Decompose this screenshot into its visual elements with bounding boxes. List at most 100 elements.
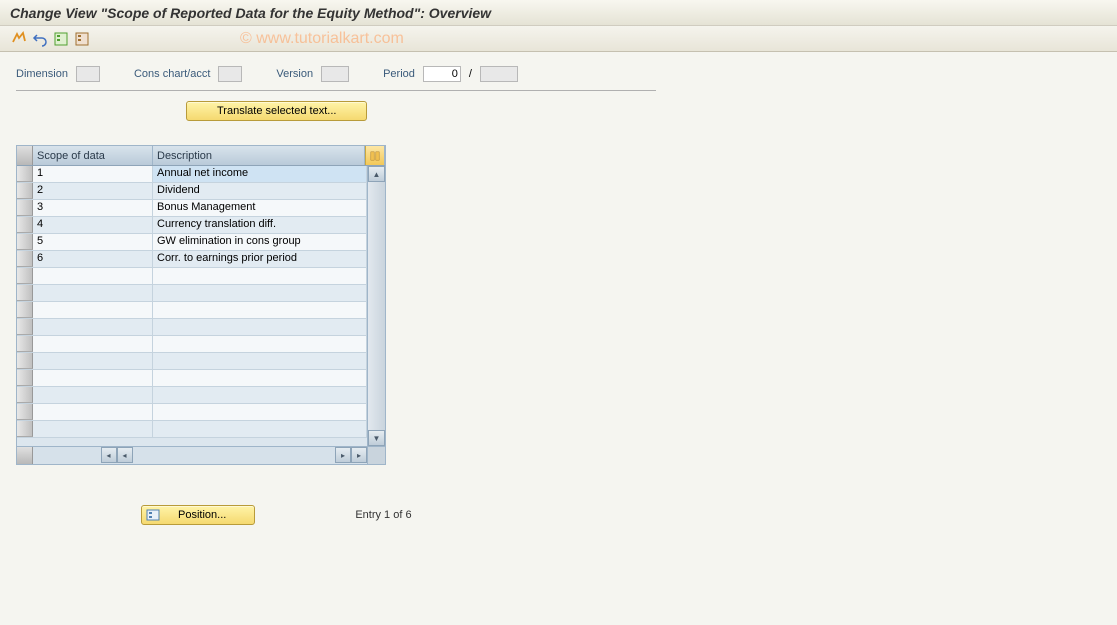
cell-scope[interactable] (33, 404, 153, 420)
cell-desc[interactable] (153, 302, 367, 318)
row-selector[interactable] (17, 183, 33, 199)
cell-desc[interactable] (153, 353, 367, 369)
scroll-last-icon[interactable]: ▸ (351, 447, 367, 463)
cell-scope[interactable] (33, 268, 153, 284)
vertical-scrollbar[interactable]: ▲ ▼ (367, 166, 385, 446)
cell-desc[interactable] (153, 319, 367, 335)
row-selector[interactable] (17, 370, 33, 386)
select-all-rows[interactable] (17, 146, 33, 165)
position-label: Position... (178, 509, 246, 521)
rows-area: 1 Annual net income 2 Dividend 3 Bonus M… (17, 166, 367, 446)
horizontal-scrollbar[interactable]: ◂ ◂ ▸ ▸ (17, 446, 385, 464)
table-row[interactable] (17, 285, 367, 302)
position-icon (146, 508, 160, 522)
scroll-up-icon[interactable]: ▲ (368, 166, 385, 182)
table-row[interactable] (17, 387, 367, 404)
entry-counter: Entry 1 of 6 (355, 509, 411, 521)
cell-desc[interactable] (153, 285, 367, 301)
table-row[interactable]: 5 GW elimination in cons group (17, 234, 367, 251)
table-row[interactable] (17, 268, 367, 285)
cell-scope[interactable] (33, 387, 153, 403)
cell-scope[interactable] (33, 319, 153, 335)
cell-desc[interactable] (153, 370, 367, 386)
scroll-first-icon[interactable]: ◂ (101, 447, 117, 463)
row-selector[interactable] (17, 302, 33, 318)
table-header: Scope of data Description (17, 146, 385, 166)
hscroll-corner-right (367, 447, 385, 464)
row-selector[interactable] (17, 166, 33, 182)
row-selector[interactable] (17, 285, 33, 301)
undo-icon[interactable] (31, 30, 49, 48)
cell-scope[interactable] (33, 370, 153, 386)
table-row[interactable] (17, 370, 367, 387)
table-row[interactable]: 3 Bonus Management (17, 200, 367, 217)
cell-scope[interactable] (33, 302, 153, 318)
cell-scope[interactable]: 2 (33, 183, 153, 199)
row-selector[interactable] (17, 387, 33, 403)
cell-scope[interactable] (33, 353, 153, 369)
cell-scope[interactable]: 5 (33, 234, 153, 250)
cell-scope[interactable]: 3 (33, 200, 153, 216)
scroll-down-icon[interactable]: ▼ (368, 430, 385, 446)
row-selector[interactable] (17, 353, 33, 369)
row-selector[interactable] (17, 319, 33, 335)
position-button[interactable]: Position... (141, 505, 255, 525)
table-row[interactable]: 4 Currency translation diff. (17, 217, 367, 234)
row-selector[interactable] (17, 268, 33, 284)
row-selector[interactable] (17, 336, 33, 352)
translate-button[interactable]: Translate selected text... (186, 101, 367, 121)
toolbar (0, 26, 1117, 52)
table-row[interactable] (17, 319, 367, 336)
dimension-field[interactable] (76, 66, 100, 82)
cell-desc[interactable]: Currency translation diff. (153, 217, 367, 233)
scroll-right-icon[interactable]: ▸ (335, 447, 351, 463)
cell-scope[interactable]: 6 (33, 251, 153, 267)
cell-scope[interactable] (33, 336, 153, 352)
period-label: Period (383, 68, 415, 80)
column-description[interactable]: Description (153, 146, 365, 165)
row-selector[interactable] (17, 217, 33, 233)
version-field[interactable] (321, 66, 349, 82)
row-selector[interactable] (17, 234, 33, 250)
period-field[interactable] (423, 66, 461, 82)
row-selector[interactable] (17, 404, 33, 420)
table-body: 1 Annual net income 2 Dividend 3 Bonus M… (17, 166, 385, 446)
cell-scope[interactable] (33, 285, 153, 301)
row-selector[interactable] (17, 421, 33, 437)
table-row[interactable] (17, 302, 367, 319)
cell-desc[interactable]: Bonus Management (153, 200, 367, 216)
row-selector[interactable] (17, 200, 33, 216)
cell-desc[interactable] (153, 404, 367, 420)
row-selector[interactable] (17, 251, 33, 267)
cell-desc[interactable]: Corr. to earnings prior period (153, 251, 367, 267)
table-row[interactable] (17, 353, 367, 370)
table-row[interactable]: 1 Annual net income (17, 166, 367, 183)
scroll-track[interactable] (368, 182, 385, 430)
table-settings-icon[interactable] (365, 146, 385, 165)
cell-desc[interactable] (153, 387, 367, 403)
table-row[interactable] (17, 421, 367, 438)
cons-chart-field[interactable] (218, 66, 242, 82)
deselect-all-icon[interactable] (73, 30, 91, 48)
cell-scope[interactable] (33, 421, 153, 437)
data-table: Scope of data Description 1 Annual net i… (16, 145, 386, 465)
cell-desc[interactable] (153, 268, 367, 284)
cell-desc[interactable]: Annual net income (153, 166, 367, 182)
table-row[interactable]: 6 Corr. to earnings prior period (17, 251, 367, 268)
cell-desc[interactable] (153, 336, 367, 352)
period-field-2[interactable] (480, 66, 518, 82)
toggle-change-icon[interactable] (10, 30, 28, 48)
table-row[interactable]: 2 Dividend (17, 183, 367, 200)
page-title: Change View "Scope of Reported Data for … (10, 5, 491, 21)
hscroll-corner-left (17, 447, 33, 464)
scroll-left-icon[interactable]: ◂ (117, 447, 133, 463)
table-row[interactable] (17, 336, 367, 353)
select-all-icon[interactable] (52, 30, 70, 48)
cell-desc[interactable] (153, 421, 367, 437)
cell-scope[interactable]: 1 (33, 166, 153, 182)
cell-desc[interactable]: GW elimination in cons group (153, 234, 367, 250)
cell-desc[interactable]: Dividend (153, 183, 367, 199)
table-row[interactable] (17, 404, 367, 421)
column-scope[interactable]: Scope of data (33, 146, 153, 165)
cell-scope[interactable]: 4 (33, 217, 153, 233)
